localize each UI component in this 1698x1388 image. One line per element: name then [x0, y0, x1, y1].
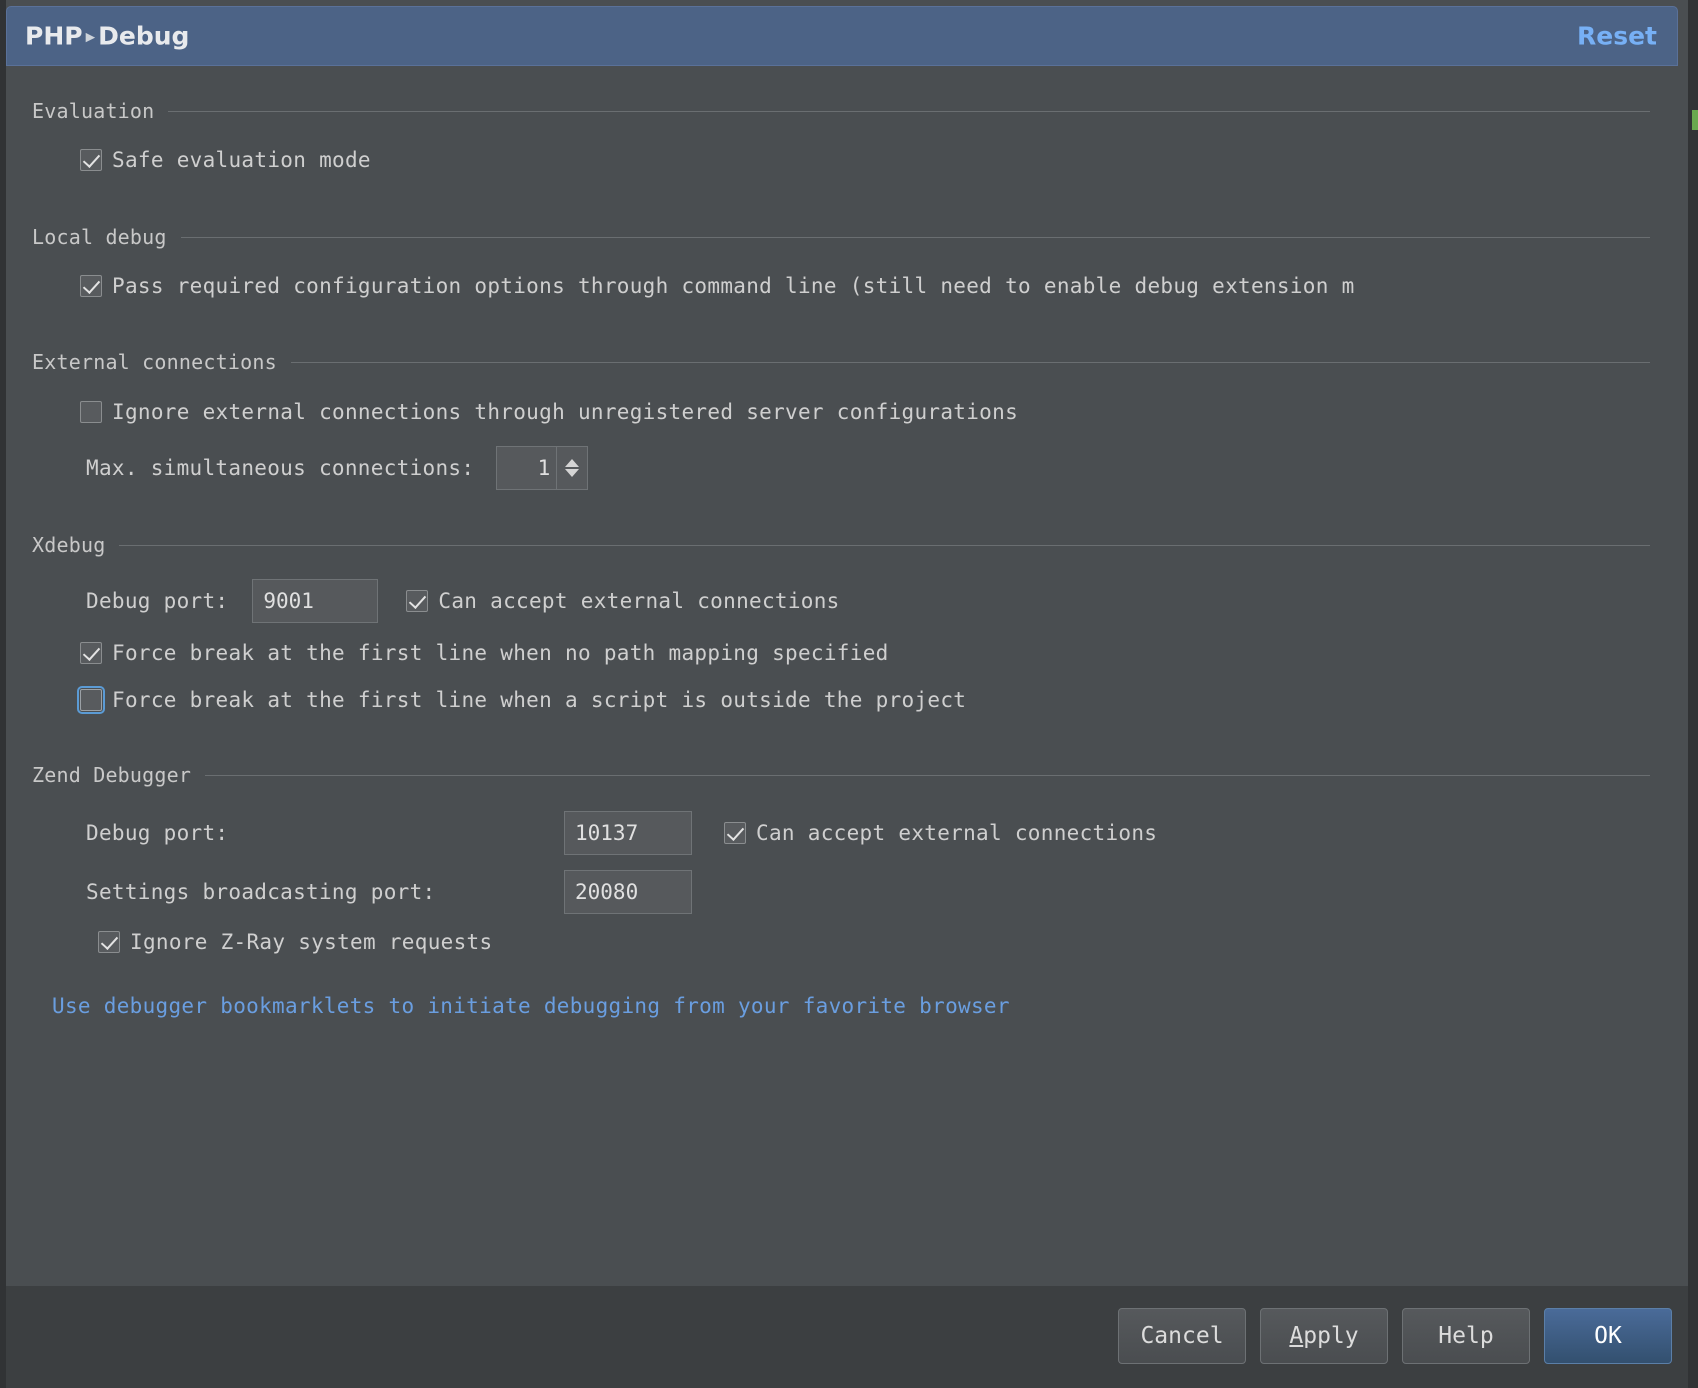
settings-dialog: PHP ▸ Debug Reset Evaluation Safe evaluati…	[0, 0, 1698, 1388]
max-connections-input[interactable]	[496, 446, 557, 490]
stepper-up-icon[interactable]	[565, 459, 580, 467]
group-evaluation: Evaluation	[32, 99, 1678, 123]
window-right-gutter	[1688, 0, 1698, 1388]
group-label-local-debug: Local debug	[32, 225, 167, 249]
label-zend-can-accept-external: Can accept external connections	[756, 821, 1158, 845]
group-rule	[290, 361, 1650, 363]
row-force-break-no-path-mapping[interactable]: Force break at the first line when no pa…	[80, 641, 889, 665]
checkbox-xdebug-can-accept-external[interactable]	[406, 590, 429, 612]
label-safe-evaluation-mode: Safe evaluation mode	[112, 148, 371, 172]
label-zend-debug-port: Debug port:	[86, 821, 229, 845]
row-settings-broadcasting-port: Settings broadcasting port:	[86, 870, 692, 914]
checkbox-zend-can-accept-external[interactable]	[724, 822, 746, 844]
group-local-debug: Local debug	[32, 225, 1678, 249]
settings-broadcasting-port-input[interactable]	[564, 870, 692, 914]
zend-debug-port-input[interactable]	[564, 811, 692, 855]
group-external-connections: External connections	[32, 350, 1678, 374]
reset-link[interactable]: Reset	[1577, 22, 1657, 51]
settings-content: Evaluation Safe evaluation mode Local de…	[6, 66, 1678, 1286]
group-rule	[168, 110, 1650, 112]
breadcrumb-leaf: Debug	[98, 21, 190, 51]
checkbox-safe-evaluation-mode[interactable]	[80, 149, 102, 171]
group-rule	[205, 774, 1650, 776]
row-ignore-zray[interactable]: Ignore Z-Ray system requests	[98, 930, 492, 954]
stepper-down-icon[interactable]	[565, 469, 580, 477]
group-label-external-connections: External connections	[32, 350, 277, 374]
apply-label-rest: pply	[1303, 1323, 1359, 1349]
label-settings-broadcasting-port: Settings broadcasting port:	[86, 880, 436, 904]
cancel-button[interactable]: Cancel	[1118, 1308, 1246, 1364]
row-max-simultaneous-connections: Max. simultaneous connections:	[86, 446, 589, 490]
dialog-button-bar: Cancel Apply Help OK	[1118, 1308, 1672, 1364]
row-force-break-outside-project[interactable]: Force break at the first line when a scr…	[77, 686, 967, 714]
label-xdebug-can-accept-external: Can accept external connections	[438, 589, 840, 613]
apply-mnemonic: A	[1289, 1323, 1304, 1349]
checkbox-force-break-outside-project[interactable]	[77, 686, 105, 714]
group-xdebug: Xdebug	[32, 533, 1678, 557]
group-zend-debugger: Zend Debugger	[32, 763, 1678, 787]
max-connections-stepper[interactable]	[496, 446, 589, 490]
group-label-zend-debugger: Zend Debugger	[32, 763, 192, 787]
row-ignore-external-connections[interactable]: Ignore external connections through unre…	[80, 400, 1018, 424]
checkbox-ignore-external-connections[interactable]	[80, 401, 102, 423]
breadcrumb-separator-icon: ▸	[85, 25, 96, 48]
dialog-header: PHP ▸ Debug Reset	[6, 6, 1678, 66]
label-pass-required-options: Pass required configuration options thro…	[112, 274, 1355, 298]
group-label-xdebug: Xdebug	[32, 533, 106, 557]
label-force-break-outside-project: Force break at the first line when a scr…	[112, 688, 967, 712]
apply-button[interactable]: Apply	[1260, 1308, 1388, 1364]
row-safe-evaluation-mode[interactable]: Safe evaluation mode	[80, 148, 371, 172]
label-xdebug-debug-port: Debug port:	[86, 589, 229, 613]
row-xdebug-debug-port: Debug port: Can accept external connecti…	[86, 579, 840, 623]
checkbox-ignore-zray[interactable]	[98, 931, 120, 953]
group-rule	[180, 236, 1650, 238]
checkbox-force-break-no-path-mapping[interactable]	[80, 642, 102, 664]
row-pass-required-options[interactable]: Pass required configuration options thro…	[80, 274, 1678, 298]
breadcrumb-root: PHP	[25, 21, 83, 51]
ok-button[interactable]: OK	[1544, 1308, 1672, 1364]
help-button[interactable]: Help	[1402, 1308, 1530, 1364]
checkbox-pass-required-options[interactable]	[80, 275, 102, 297]
label-max-simultaneous-connections: Max. simultaneous connections:	[86, 456, 475, 480]
breadcrumb: PHP ▸ Debug	[25, 22, 189, 51]
right-edge-marker	[1692, 110, 1698, 130]
row-zend-debug-port: Debug port: Can accept external connecti…	[86, 811, 1157, 855]
label-ignore-external-connections: Ignore external connections through unre…	[112, 400, 1019, 424]
group-rule	[119, 544, 1650, 546]
label-ignore-zray: Ignore Z-Ray system requests	[130, 930, 493, 954]
bookmarklets-link[interactable]: Use debugger bookmarklets to initiate de…	[52, 994, 1010, 1018]
xdebug-debug-port-input[interactable]	[252, 579, 379, 623]
stepper-buttons[interactable]	[556, 446, 589, 490]
group-label-evaluation: Evaluation	[32, 99, 155, 123]
dialog-footer: Cancel Apply Help OK	[6, 1286, 1688, 1388]
label-force-break-no-path-mapping: Force break at the first line when no pa…	[112, 641, 889, 665]
